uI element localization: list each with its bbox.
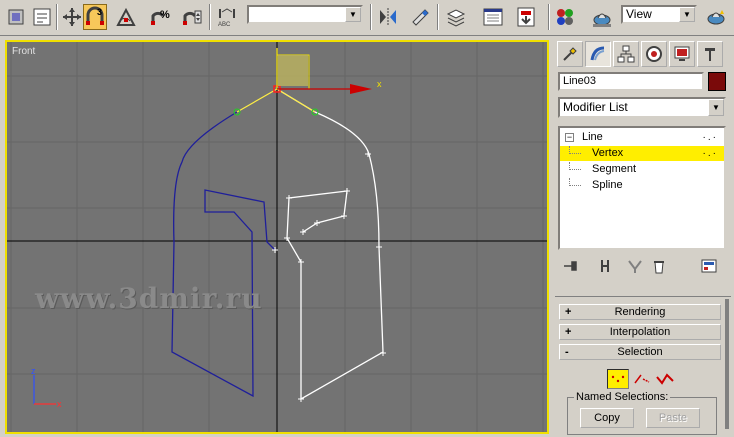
toolbar-separator [209, 4, 211, 30]
remove-modifier-icon[interactable] [646, 256, 672, 276]
snap-3d-icon[interactable]: 3 [83, 4, 107, 30]
rollout-selection[interactable]: - Selection [559, 344, 721, 360]
gizmo-x-label: x [377, 79, 382, 89]
stack-item-label: Vertex [592, 147, 624, 159]
view-dropdown-value: View [626, 7, 652, 21]
layers-icon[interactable] [444, 4, 468, 30]
move-gizmo: x [276, 48, 382, 94]
select-by-name-icon[interactable] [30, 4, 54, 30]
named-selections-label: Named Selections: [574, 391, 671, 403]
front-viewport[interactable]: x z x Front www.3dmir.ru [5, 40, 549, 434]
paste-button[interactable]: Paste [646, 408, 700, 428]
show-end-result-icon[interactable] [592, 256, 618, 276]
chevron-down-icon[interactable]: ▼ [345, 7, 361, 22]
align-icon[interactable] [408, 4, 432, 30]
render-scene-icon[interactable] [590, 4, 614, 30]
modify-icon[interactable] [585, 41, 611, 67]
snap-label: 3 [97, 7, 102, 17]
copy-button[interactable]: Copy [580, 408, 634, 428]
percent-snap-icon[interactable]: % [148, 4, 172, 30]
viewport-label[interactable]: Front [12, 46, 35, 57]
stack-item-vertex[interactable]: Vertex ·.· [560, 146, 724, 161]
main-toolbar: 3 % ABC ▼ View ▼ [0, 0, 734, 36]
modifier-stack[interactable]: − Line ·.· Vertex ·.· Segment Spline [558, 126, 726, 250]
material-editor-icon[interactable] [553, 4, 577, 30]
expand-icon: + [565, 326, 572, 338]
sub-object-level-buttons [607, 369, 687, 391]
rollout-label: Selection [617, 346, 663, 358]
stack-item-spline[interactable]: Spline [560, 178, 724, 193]
axis-tripod: z x [31, 366, 62, 409]
collapse-icon: - [565, 346, 569, 358]
utilities-icon[interactable] [697, 41, 723, 67]
object-name-field[interactable]: Line03 [558, 72, 704, 91]
select-object-icon[interactable] [4, 4, 28, 30]
named-selection-sets-dropdown[interactable]: ▼ [247, 5, 363, 24]
modifier-list-label: Modifier List [563, 100, 628, 114]
tripod-z-label: z [31, 366, 36, 376]
rollout-container: + Rendering + Interpolation - Selection … [555, 296, 731, 437]
create-icon[interactable] [557, 41, 583, 67]
toolbar-separator [548, 4, 550, 30]
toolbar-separator [370, 4, 372, 30]
configure-modifier-sets-icon[interactable] [696, 256, 722, 276]
panel-scrollbar[interactable] [723, 297, 731, 437]
rollout-label: Interpolation [609, 326, 671, 338]
pin-stack-icon[interactable] [558, 256, 584, 276]
selected-segment-right [276, 88, 316, 113]
reference-coordinate-dropdown[interactable]: View ▼ [621, 5, 697, 24]
stack-item-line[interactable]: − Line ·.· [560, 130, 724, 145]
chevron-down-icon[interactable]: ▼ [708, 99, 724, 116]
modifier-list-dropdown[interactable]: Modifier List ▼ [558, 97, 726, 118]
curve-editor-icon[interactable] [481, 4, 505, 30]
tripod-x-label: x [57, 399, 62, 409]
quick-render-icon[interactable] [704, 4, 728, 30]
stack-item-label: Spline [592, 179, 623, 191]
object-color-swatch[interactable] [708, 72, 726, 91]
vertex-icon: ·.· [702, 148, 718, 159]
percent-label: % [160, 9, 170, 21]
mirror-icon[interactable] [376, 4, 400, 30]
abc-label: ABC [218, 22, 231, 28]
schematic-view-icon[interactable] [514, 4, 538, 30]
vertex-markers [272, 151, 386, 402]
make-unique-icon[interactable] [622, 256, 648, 276]
motion-icon[interactable] [641, 41, 667, 67]
hierarchy-icon[interactable] [613, 41, 639, 67]
sub-object-icon: ·.· [702, 132, 718, 143]
stack-item-label: Segment [592, 163, 637, 175]
command-panel-tabs [555, 41, 731, 67]
collapse-icon[interactable]: − [565, 133, 574, 142]
segment-level-icon[interactable] [633, 371, 653, 387]
chevron-down-icon[interactable]: ▼ [679, 7, 695, 22]
toolbar-separator [56, 4, 58, 30]
watermark-text: www.3dmir.ru [35, 282, 263, 315]
spline-level-icon[interactable] [655, 371, 677, 387]
spinner-snap-icon[interactable] [180, 4, 204, 30]
select-move-icon[interactable] [60, 4, 84, 30]
rollout-interpolation[interactable]: + Interpolation [559, 324, 721, 340]
toolbar-separator [437, 4, 439, 30]
named-selections-group: Named Selections: Copy Paste [567, 391, 717, 435]
stack-toolbar [558, 256, 726, 278]
viewport-canvas[interactable]: x z x [7, 42, 547, 432]
selected-segment-left [236, 88, 278, 113]
helmet-left-outline [171, 111, 276, 398]
stack-item-label: Line [582, 131, 603, 143]
angle-snap-icon[interactable] [114, 4, 138, 30]
rollout-rendering[interactable]: + Rendering [559, 304, 721, 320]
display-icon[interactable] [669, 41, 695, 67]
stack-item-segment[interactable]: Segment [560, 162, 724, 177]
rollout-label: Rendering [614, 306, 666, 318]
edit-named-selections-icon[interactable]: ABC [215, 4, 239, 30]
vertex-level-icon[interactable] [607, 369, 629, 389]
command-panel: Line03 Modifier List ▼ − Line ·.· Vertex… [552, 38, 734, 437]
helmet-right-outline [276, 88, 384, 401]
expand-icon: + [565, 306, 572, 318]
